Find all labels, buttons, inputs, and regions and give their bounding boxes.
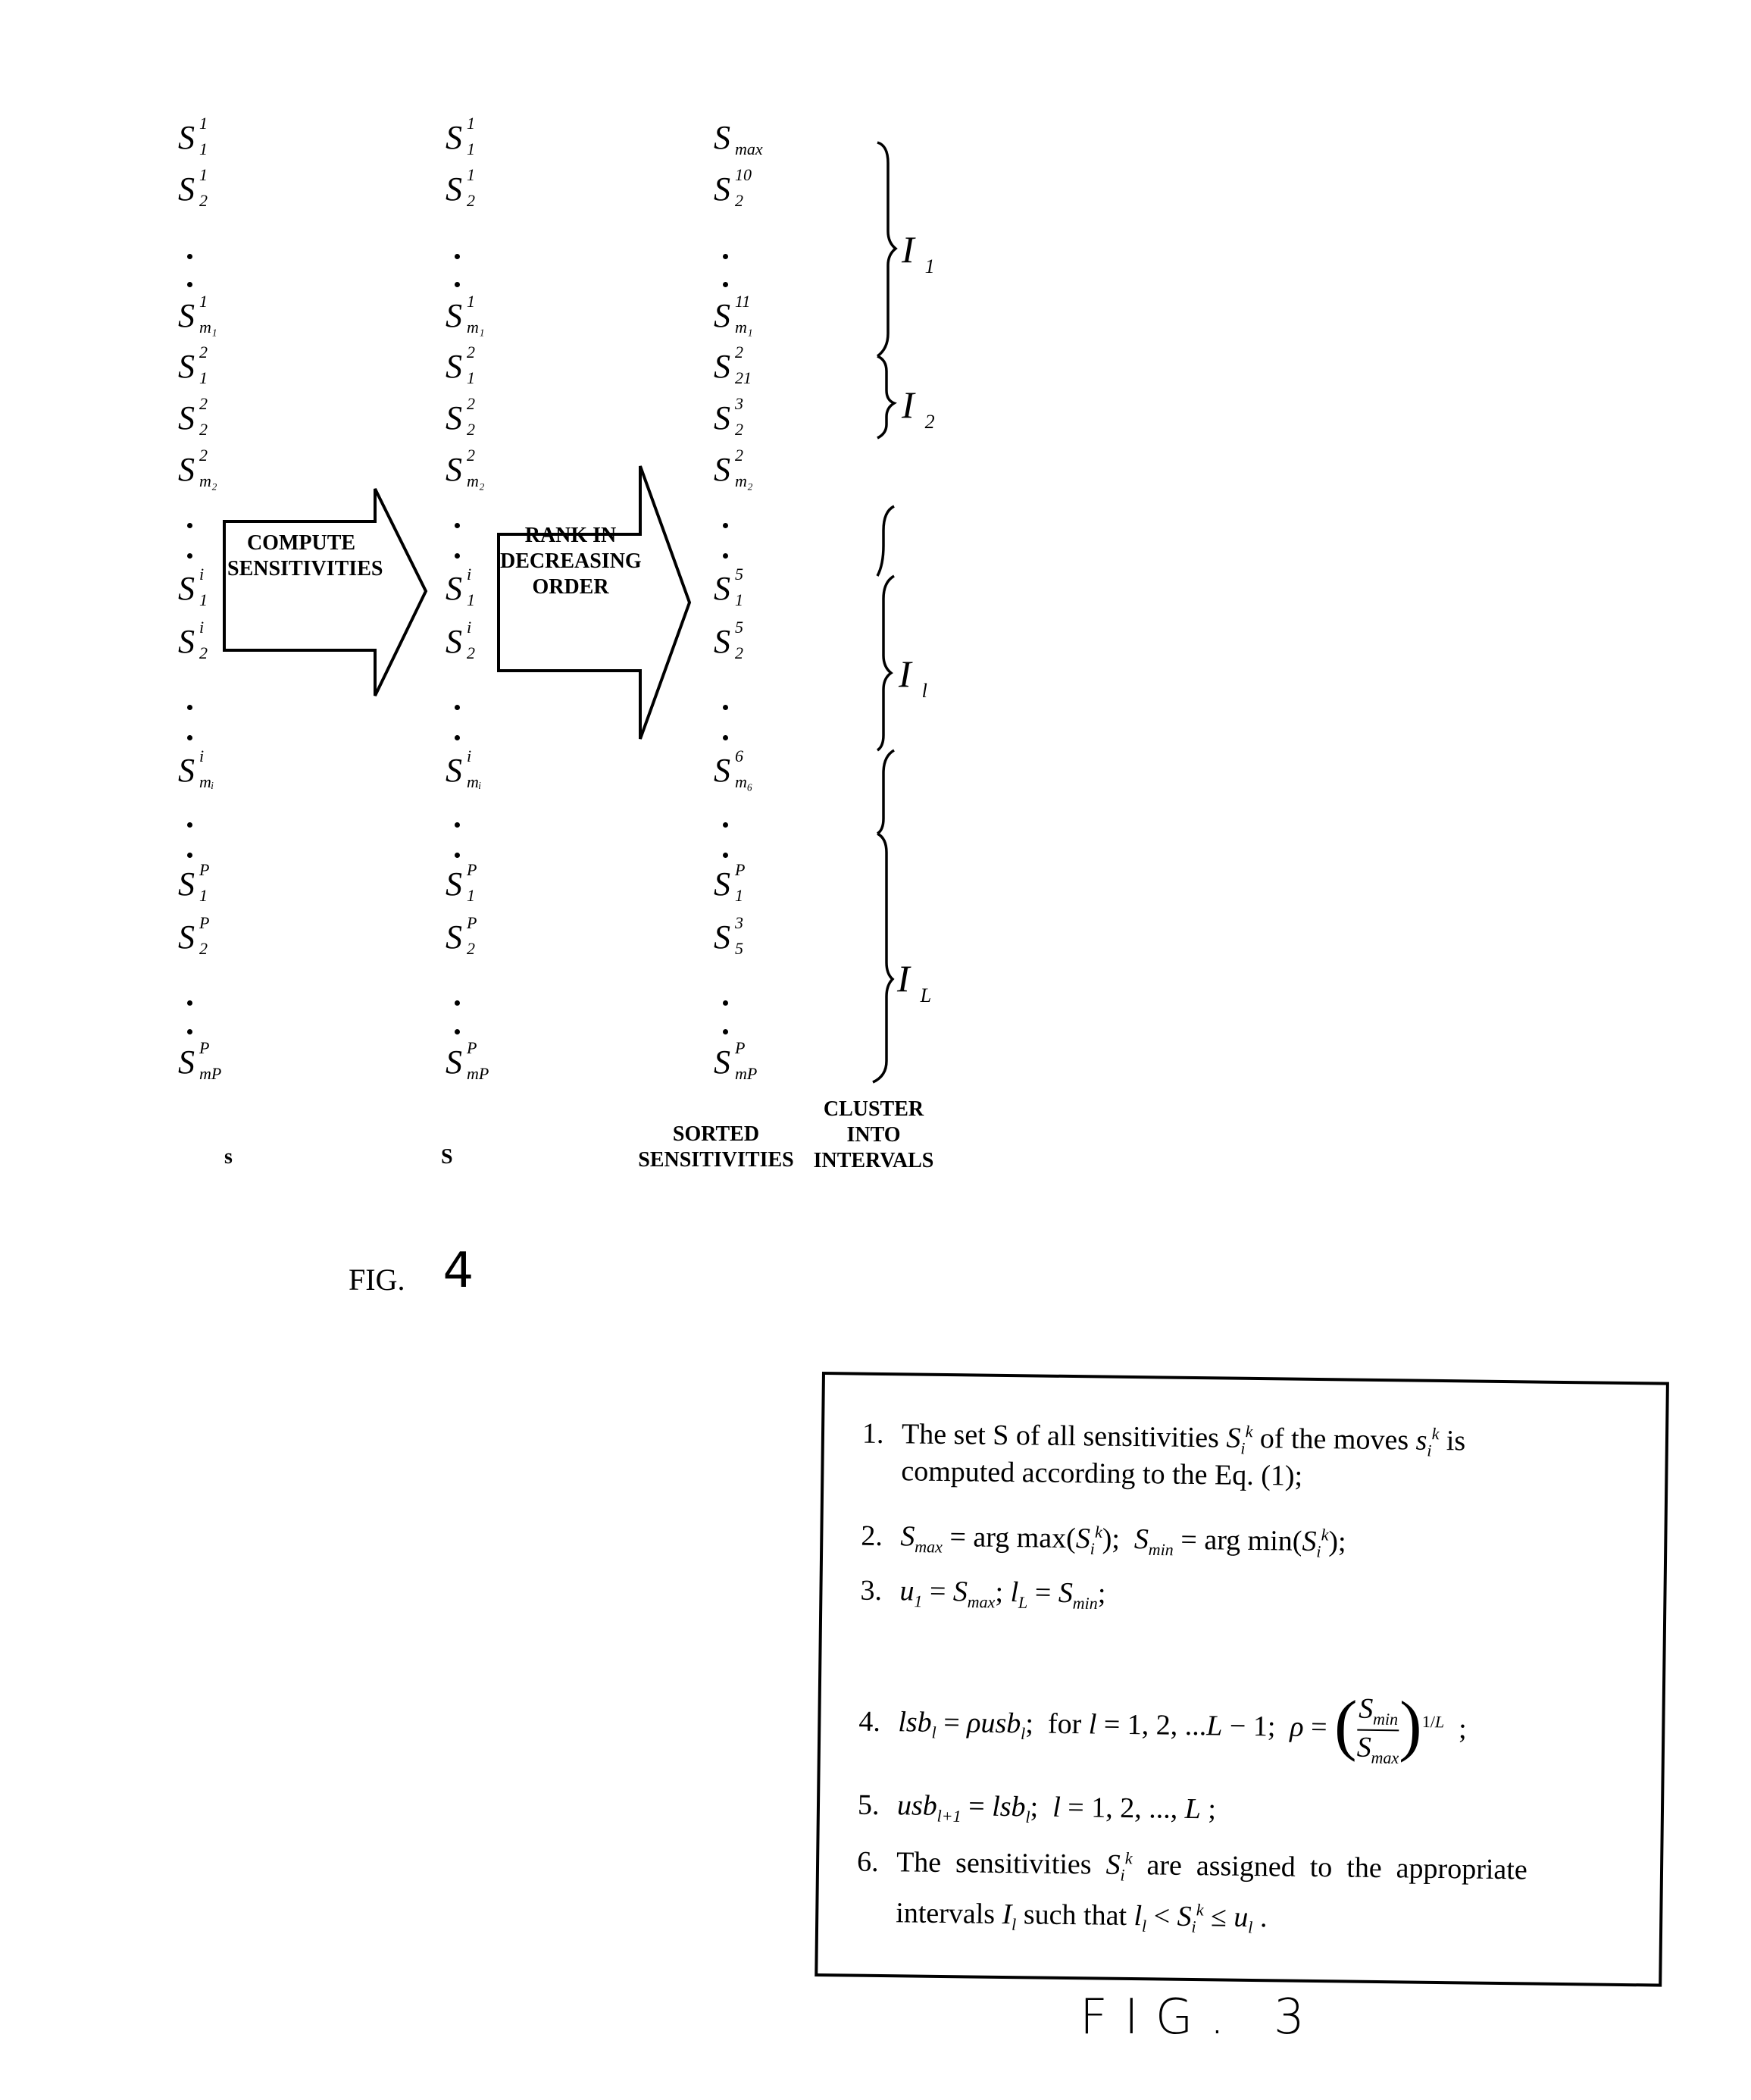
brace-il-last [872, 832, 895, 1084]
brace-i1 [876, 141, 898, 358]
step-1-number: 1. [861, 1417, 884, 1451]
step-6-line2: intervals Il such that ll < Sik ≤ ul . [896, 1897, 1268, 1937]
step-2-number: 2. [861, 1519, 883, 1552]
sorted-label-line2: SENSITIVITIES [638, 1148, 794, 1172]
step-5-number: 5. [857, 1789, 880, 1821]
interval-label-1: I1 [902, 228, 935, 277]
compute-arrow-line2: SENSITIVITIES [227, 557, 383, 581]
brace-extra-2 [876, 749, 895, 835]
sorted-label-line1: SORTED [672, 1122, 760, 1146]
interval-label-2: I2 [902, 383, 935, 433]
cluster-label-line2: INTO [846, 1123, 901, 1147]
step-2-formula: Smax [900, 1520, 943, 1557]
step-6: 6. The sensitivities Sik are assigned to … [856, 1845, 1527, 1942]
step-2: 2. Smax = arg max(Sik); Smin = arg min(Si… [861, 1519, 1346, 1561]
process-arrows [223, 141, 898, 1084]
compute-arrow-line1: COMPUTE [246, 531, 356, 555]
step-1: 1. The set S of all sensitivities Sik of … [861, 1417, 1466, 1496]
fig4-caption: FIG. 4 [349, 1243, 474, 1299]
step-4: 4. lsbl = ρusbl; for l = 1, 2, ...L − 1; … [858, 1687, 1467, 1768]
rank-arrow-line2: DECREASING [500, 549, 642, 573]
rank-arrow-line1: RANK IN [524, 524, 617, 547]
interval-braces [872, 141, 898, 1084]
step-1-text-a: The set S of all sensitivities [901, 1418, 1227, 1454]
step-1-text-b: of the moves [1252, 1422, 1416, 1457]
brace-il [876, 574, 895, 752]
fig4-label: FIG. [349, 1263, 405, 1297]
fig3-caption: FIG. 3 [1080, 1989, 1321, 2045]
cluster-label-line1: CLUSTER [823, 1097, 924, 1121]
brace-i2 [877, 355, 897, 440]
cluster-label-line3: INTERVALS [813, 1149, 934, 1172]
cluster-label: CLUSTER INTO INTERVALS [809, 1097, 938, 1174]
rank-arrow-line3: ORDER [532, 575, 609, 599]
algorithm-box: 1. The set S of all sensitivities Sik of … [815, 1372, 1669, 1987]
step-6-number: 6. [856, 1845, 879, 1878]
step-1-line2: computed according to the Eq. (1); [901, 1455, 1303, 1492]
interval-label-l: Il [899, 653, 927, 702]
rank-decreasing-arrow: RANK IN DECREASING ORDER [500, 523, 642, 600]
raw-column-label: s [224, 1145, 233, 1169]
step-3-number: 3. [860, 1574, 883, 1607]
computed-column-label: S [441, 1145, 453, 1169]
step-1-text-c: is [1439, 1424, 1466, 1457]
brace-extra-1 [876, 505, 895, 577]
step-4-number: 4. [858, 1705, 881, 1738]
compute-sensitivities-arrow: COMPUTE SENSITIVITIES [227, 530, 383, 582]
step-3: 3. u1 = Smax; lL = Smin; [860, 1574, 1106, 1613]
fig4-number: 4 [442, 1243, 474, 1299]
interval-label-L: IL [897, 957, 932, 1006]
rank-arrow-shape [497, 465, 692, 740]
compute-arrow-shape [223, 488, 428, 696]
step-5: 5. usbl+1 = lsbl; l = 1, 2, ..., L ; [857, 1789, 1217, 1826]
sorted-column-label: SORTED SENSITIVITIES [629, 1122, 803, 1173]
